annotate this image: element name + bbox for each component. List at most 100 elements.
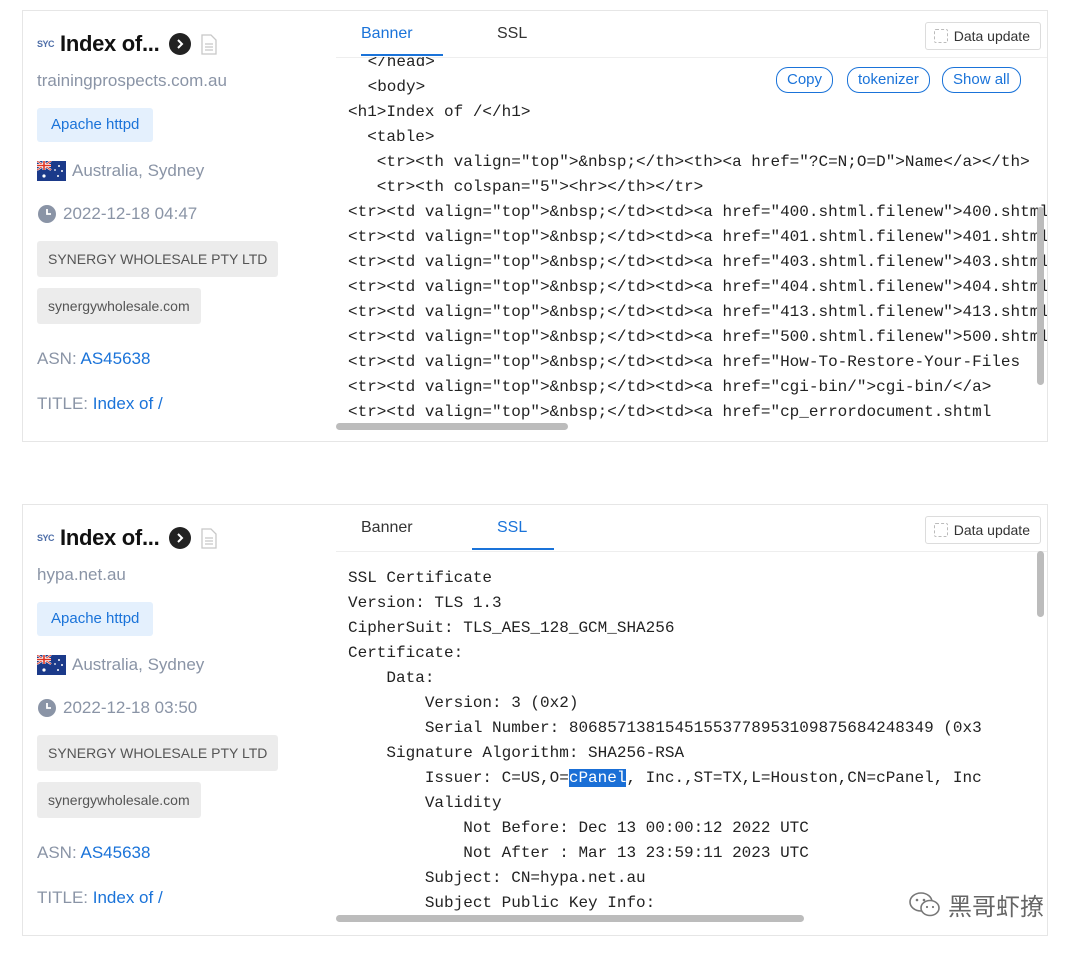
data-update-label: Data update — [953, 28, 1030, 44]
tab-ssl[interactable]: SSL — [497, 519, 527, 537]
code-line: Not Before: Dec 13 00:00:12 2022 UTC — [348, 819, 809, 837]
open-arrow-icon[interactable] — [169, 527, 192, 549]
title-line: TITLE: Index of / — [37, 394, 163, 414]
copy-button[interactable]: Copy — [776, 67, 834, 93]
clock-icon — [37, 204, 57, 224]
timestamp-text: 2022-12-18 04:47 — [63, 204, 198, 223]
show-all-button[interactable]: Show all — [942, 67, 1021, 93]
code-line: Subject: CN=hypa.net.au — [348, 869, 646, 887]
code-line: Serial Number: 8068571381545155377895310… — [348, 719, 982, 737]
code-line: <tr><td valign="top">&nbsp;</td><td><a h… — [348, 253, 1047, 271]
timestamp: 2022-12-18 04:47 — [37, 204, 197, 224]
code-line: Not After : Mar 13 23:59:11 2023 UTC — [348, 844, 809, 862]
code-line: <tr><td valign="top">&nbsp;</td><td><a h… — [348, 353, 1021, 371]
location: Australia, Sydney — [36, 160, 204, 181]
org-tag[interactable]: SYNERGY WHOLESALE PTY LTD — [37, 241, 279, 277]
location-text[interactable]: Australia, Sydney — [72, 161, 204, 181]
asn-line: ASN: AS45638 — [37, 843, 150, 863]
code-line: <tr><td valign="top">&nbsp;</td><td><a h… — [348, 278, 1047, 296]
code-line: <table> — [348, 128, 435, 146]
timestamp-text: 2022-12-18 03:50 — [63, 698, 198, 717]
site-logo: SYC — [37, 533, 55, 543]
page-title[interactable]: Index of... — [60, 31, 160, 57]
title-line: TITLE: Index of / — [37, 888, 163, 908]
code-line: Issuer: C=US,O=cPanel, Inc.,ST=TX,L=Hous… — [348, 769, 982, 787]
tab-banner[interactable]: Banner — [361, 519, 413, 537]
clock-icon — [37, 698, 57, 718]
result-card: SYC Index of... trainingprospects.com.au… — [22, 10, 1048, 442]
active-tab-indicator — [361, 54, 443, 56]
tab-bar: Banner SSL Data update — [336, 505, 1047, 552]
detail-panel: Banner SSL Data update SSL Certificate Ve… — [336, 505, 1047, 935]
data-update-button[interactable]: Data update — [924, 516, 1041, 544]
vertical-scrollbar[interactable] — [1037, 551, 1044, 617]
title-label: TITLE: — [37, 394, 89, 413]
horizontal-scrollbar[interactable] — [336, 423, 568, 430]
code-line: <tr><th valign="top">&nbsp;</th><th><a h… — [348, 153, 1030, 171]
asn-label: ASN: — [37, 349, 77, 368]
detail-panel: Banner SSL Data update </head> <body> <h1… — [336, 11, 1047, 441]
result-card: SYC Index of... hypa.net.au Apache httpd… — [22, 504, 1048, 936]
asn-line: ASN: AS45638 — [37, 349, 150, 369]
title-row: SYC Index of... — [37, 29, 218, 59]
issuer-rest: , Inc.,ST=TX,L=Houston,CN=cPanel, Inc — [626, 769, 982, 787]
tokenizer-button[interactable]: tokenizer — [847, 67, 930, 93]
server-tag[interactable]: Apache httpd — [37, 602, 154, 636]
org-domain-tag[interactable]: synergywholesale.com — [37, 782, 201, 818]
org-domain-tag[interactable]: synergywholesale.com — [37, 288, 201, 324]
tab-bar: Banner SSL Data update — [336, 11, 1047, 58]
asn-link[interactable]: AS45638 — [80, 349, 150, 368]
code-line: Data: — [348, 669, 435, 687]
code-line: <tr><td valign="top">&nbsp;</td><td><a h… — [348, 203, 1047, 221]
title-label: TITLE: — [37, 888, 89, 907]
tab-ssl[interactable]: SSL — [497, 25, 527, 43]
horizontal-scrollbar[interactable] — [336, 915, 804, 922]
code-line: Validity — [348, 794, 502, 812]
watermark-text: 黑哥虾撩 — [948, 893, 1044, 921]
scan-icon — [933, 523, 948, 537]
data-update-label: Data update — [953, 522, 1030, 538]
australia-flag-icon — [36, 654, 66, 675]
host-info-panel: SYC Index of... trainingprospects.com.au… — [23, 11, 335, 441]
wechat-icon — [909, 891, 940, 916]
ssl-code-view[interactable]: SSL Certificate Version: TLS 1.3 CipherSui… — [336, 551, 1047, 923]
code-line: SSL Certificate — [348, 569, 493, 587]
server-tag[interactable]: Apache httpd — [37, 108, 154, 142]
location: Australia, Sydney — [36, 654, 204, 675]
title-link[interactable]: Index of / — [93, 394, 163, 413]
code-line: Certificate: — [348, 644, 464, 662]
banner-code-view[interactable]: </head> <body> <h1>Index of /</h1> <table… — [336, 57, 1047, 429]
code-line: <tr><td valign="top">&nbsp;</td><td><a h… — [348, 328, 1047, 346]
code-line: <h1>Index of /</h1> — [348, 103, 531, 121]
code-line: Version: 3 (0x2) — [348, 694, 579, 712]
vertical-scrollbar[interactable] — [1037, 207, 1044, 385]
code-line: CipherSuit: TLS_AES_128_GCM_SHA256 — [348, 619, 675, 637]
tab-banner[interactable]: Banner — [361, 25, 413, 43]
title-link[interactable]: Index of / — [93, 888, 163, 907]
page-title[interactable]: Index of... — [60, 525, 160, 551]
code-line: <tr><td valign="top">&nbsp;</td><td><a h… — [348, 403, 992, 421]
title-row: SYC Index of... — [37, 523, 218, 553]
code-line: </head> — [358, 57, 435, 71]
data-update-button[interactable]: Data update — [924, 22, 1041, 50]
active-tab-indicator — [472, 548, 554, 550]
host-info-panel: SYC Index of... hypa.net.au Apache httpd… — [23, 505, 335, 935]
code-line: Signature Algorithm: SHA256-RSA — [348, 744, 685, 762]
site-logo: SYC — [37, 39, 55, 49]
selected-text-highlight: cPanel — [568, 769, 627, 787]
document-icon[interactable] — [201, 527, 218, 549]
domain-link[interactable]: trainingprospects.com.au — [37, 71, 227, 91]
location-text[interactable]: Australia, Sydney — [72, 655, 204, 675]
australia-flag-icon — [36, 160, 66, 181]
open-arrow-icon[interactable] — [169, 33, 192, 55]
document-icon[interactable] — [201, 33, 218, 55]
code-line: <tr><td valign="top">&nbsp;</td><td><a h… — [348, 228, 1047, 246]
code-line: <tr><th colspan="5"><hr></th></tr> — [348, 178, 704, 196]
code-line: <tr><td valign="top">&nbsp;</td><td><a h… — [348, 303, 1047, 321]
asn-link[interactable]: AS45638 — [80, 843, 150, 862]
asn-label: ASN: — [37, 843, 77, 862]
code-line: <tr><td valign="top">&nbsp;</td><td><a h… — [348, 378, 992, 396]
domain-link[interactable]: hypa.net.au — [37, 565, 126, 585]
scan-icon — [933, 29, 948, 43]
org-tag[interactable]: SYNERGY WHOLESALE PTY LTD — [37, 735, 279, 771]
